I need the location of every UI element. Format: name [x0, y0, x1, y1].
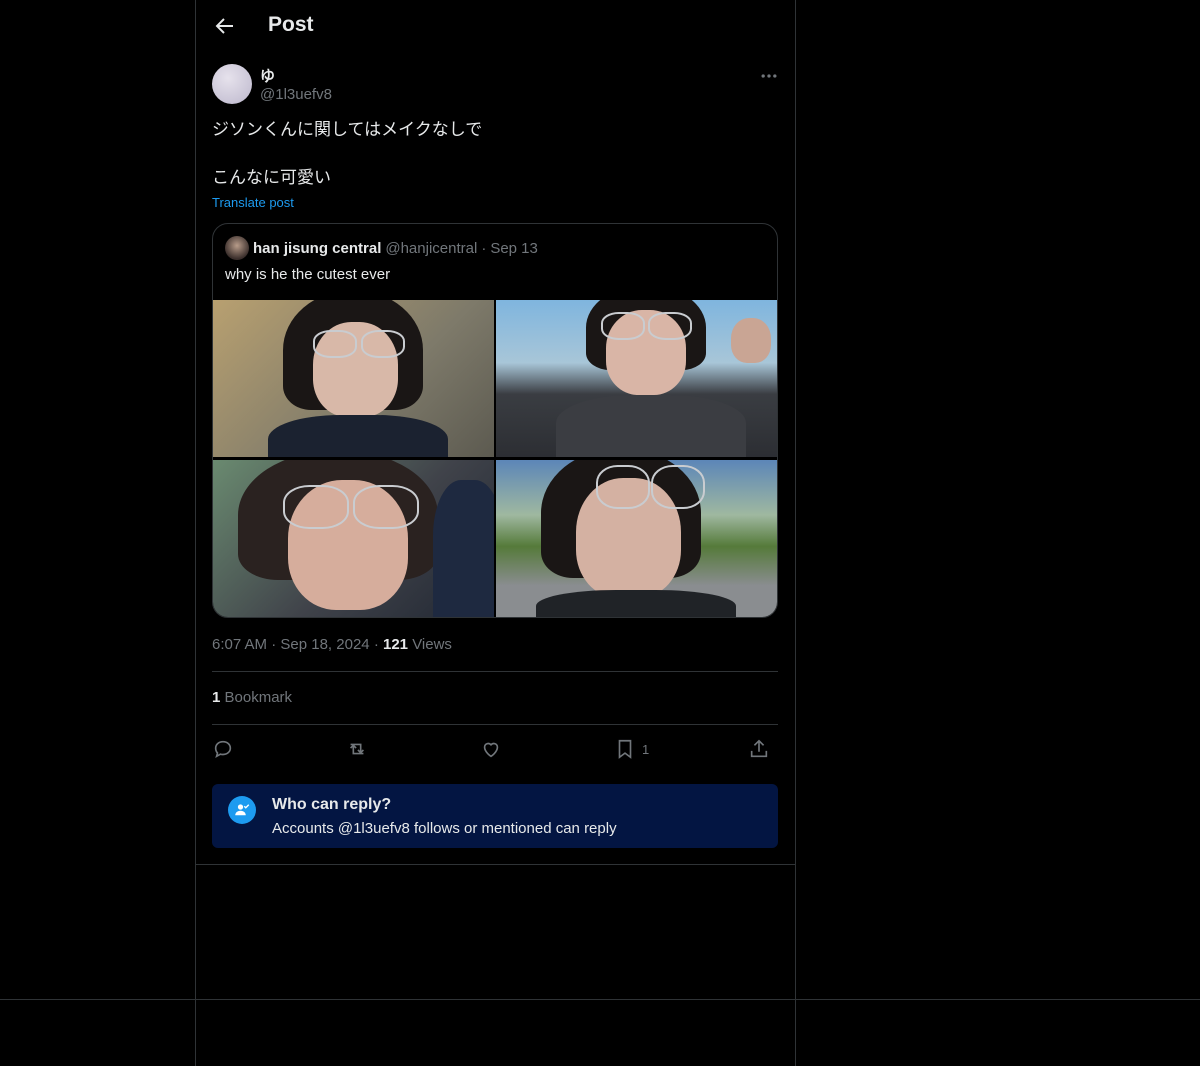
bookmark-icon [618, 739, 632, 759]
quoted-handle: @hanjicentral [385, 239, 478, 257]
post-author: ゆ @1l3uefv8 [212, 64, 779, 108]
meta-separator: · [373, 636, 379, 653]
quoted-date: Sep 13 [490, 239, 538, 257]
reply-button[interactable] [212, 736, 234, 762]
author-handle[interactable]: @1l3uefv8 [260, 86, 332, 103]
bookmark-button[interactable]: 1 [614, 736, 649, 762]
reply-notice-title: Who can reply? [272, 796, 392, 813]
heart-icon [483, 742, 499, 758]
page-title: Post [268, 13, 314, 36]
arrow-left-icon[interactable] [212, 14, 236, 38]
share-icon [750, 739, 768, 758]
quoted-media-grid [213, 300, 777, 617]
views-label: Views [412, 636, 452, 653]
media-photo-3[interactable] [213, 460, 494, 617]
divider [212, 671, 778, 672]
more-dots-icon[interactable] [759, 66, 779, 86]
media-photo-1[interactable] [213, 300, 494, 457]
meta-separator: · [271, 636, 277, 653]
quoted-post[interactable]: han jisung central @hanjicentral · Sep 1… [212, 223, 778, 618]
post-time[interactable]: 6:07 AM [212, 636, 267, 653]
media-photo-4[interactable] [496, 460, 777, 617]
avatar[interactable] [212, 64, 252, 104]
like-button[interactable] [480, 736, 502, 762]
bookmarks-label: Bookmark [224, 689, 293, 706]
post-text: ジソンくんに関してはメイクなしで こんなに可愛い [212, 120, 483, 187]
translate-link[interactable]: Translate post [212, 195, 294, 210]
action-bar: 1 [212, 736, 778, 762]
quoted-post-header: han jisung central @hanjicentral · Sep 1… [225, 236, 538, 260]
repost-icon [349, 743, 365, 755]
media-photo-2[interactable] [496, 300, 777, 457]
divider [212, 724, 778, 725]
reply-restriction-notice: Who can reply? Accounts @1l3uefv8 follow… [212, 784, 778, 848]
reply-notice-subtitle: Accounts @1l3uefv8 follows or mentioned … [272, 820, 617, 837]
person-check-icon [228, 796, 256, 824]
post-date[interactable]: Sep 18, 2024 [280, 636, 369, 653]
page-header: Post [196, 0, 795, 54]
repost-button[interactable] [346, 736, 368, 762]
divider [196, 864, 795, 865]
views-count: 121 [382, 636, 409, 653]
main-column: Post ゆ @1l3uefv8 ジソンくんに関してはメイクなしで こんなに可愛… [195, 0, 796, 1066]
bookmarks-count: 1 [212, 689, 221, 706]
post-meta: 6:07 AM · Sep 18, 2024 · 121 Views [212, 636, 452, 653]
quoted-display-name: han jisung central [253, 239, 382, 257]
share-button[interactable] [748, 736, 770, 762]
reply-icon [214, 740, 232, 759]
bookmark-count: 1 [642, 741, 650, 757]
quoted-separator: · [481, 239, 487, 257]
quoted-text: why is he the cutest ever [225, 266, 391, 283]
quoted-avatar [225, 236, 249, 260]
bookmarks-stat[interactable]: 1 Bookmark [212, 689, 292, 706]
author-display-name[interactable]: ゆ [260, 65, 275, 86]
